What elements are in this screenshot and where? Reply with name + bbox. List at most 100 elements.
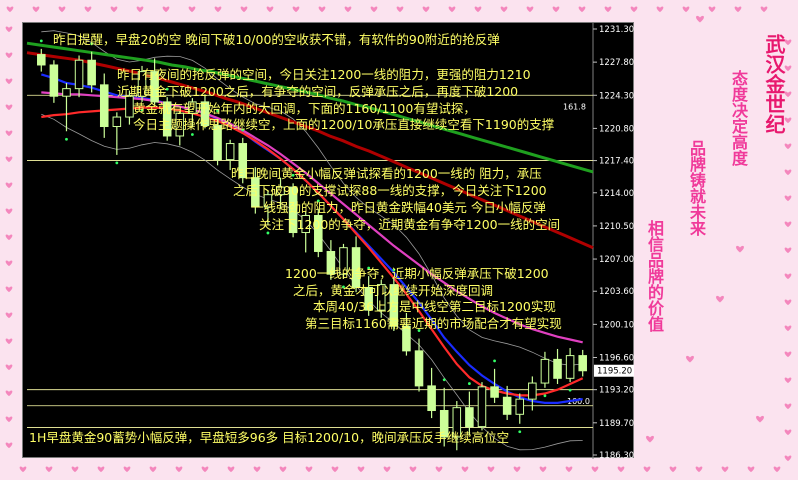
- slogan-brand-future: 品牌铸就未来: [687, 140, 706, 236]
- y-tick-label: 1203.60: [599, 287, 634, 297]
- candle-bull: [515, 398, 525, 415]
- y-tick-label: 1217.40: [599, 157, 634, 167]
- frame-heart-icon: [552, 6, 560, 13]
- frame-heart-icon: [292, 6, 300, 13]
- frame-heart-icon: [6, 6, 14, 13]
- frame-heart-icon: [357, 466, 365, 473]
- frame-heart-icon: [5, 52, 13, 59]
- frame-heart-icon: [279, 466, 287, 473]
- frame-heart-icon: [643, 466, 651, 473]
- frame-heart-icon: [253, 466, 261, 473]
- y-tick-label: 1186.30: [599, 451, 634, 459]
- frame-heart-icon: [422, 6, 430, 13]
- sar-dot: [467, 382, 471, 385]
- sar-dot: [190, 133, 194, 136]
- frame-heart-icon: [784, 247, 792, 254]
- frame-heart-icon: [240, 6, 248, 13]
- frame-heart-icon: [5, 442, 13, 449]
- frame-heart-icon: [5, 130, 13, 137]
- sar-dot: [65, 137, 68, 141]
- current-price-label: 1195.20: [597, 367, 632, 377]
- y-tick-label: 1220.80: [599, 124, 634, 134]
- candle-bear: [427, 385, 436, 412]
- frame-heart-icon: [58, 6, 66, 13]
- frame-heart-icon: [784, 169, 792, 176]
- frame-heart-icon: [565, 466, 573, 473]
- annotation-para1-line2: 近期黄金下破1200之后，有争夺的空间，反弹承压之后，再度下破1200: [117, 84, 519, 99]
- frame-heart-icon: [5, 234, 13, 241]
- frame-heart-icon: [591, 466, 599, 473]
- frame-heart-icon: [760, 6, 768, 13]
- frame-heart-icon: [784, 351, 792, 358]
- annotation-para1-line4: 今日主题操作思路继续空，上面的1200/10承压直接继续空看下1190的支撑: [133, 117, 555, 132]
- frame-heart-icon: [656, 6, 664, 13]
- frame-heart-icon: [669, 466, 677, 473]
- frame-heart-icon: [682, 6, 690, 13]
- frame-heart-icon: [5, 26, 13, 33]
- frame-heart-icon: [461, 466, 469, 473]
- y-tick-label: 1231.30: [599, 25, 634, 35]
- annotation-top-line: 昨日提醒，早盘20的空 晚间下破10/00的空收获不错，有软件的90附近的抢反弹: [53, 32, 500, 47]
- frame-heart-icon: [331, 466, 339, 473]
- y-tick-label: 1210.50: [599, 222, 634, 232]
- frame-heart-icon: [409, 466, 417, 473]
- frame-heart-icon: [383, 466, 391, 473]
- frame-heart-icon: [646, 435, 654, 443]
- frame-heart-icon: [784, 273, 792, 280]
- y-tick-label: 1227.80: [599, 58, 634, 68]
- frame-heart-icon: [604, 6, 612, 13]
- candle-bear: [490, 386, 499, 398]
- frame-heart-icon: [227, 466, 235, 473]
- candle-bear: [465, 407, 474, 428]
- frame-heart-icon: [784, 429, 792, 436]
- frame-heart-icon: [19, 466, 27, 473]
- sar-dot: [39, 39, 43, 43]
- annotation-para3-line3: 本周40/36上方是中线空第二目标1200实现: [313, 299, 556, 314]
- price-chart-panel: 1231.30 1227.80 1224.30 1220.80 1217.40 1214.…: [22, 22, 634, 459]
- frame-heart-icon: [784, 143, 792, 150]
- frame-heart-icon: [756, 415, 764, 423]
- frame-heart-icon: [539, 466, 547, 473]
- y-tick-label: 1214.00: [599, 189, 634, 199]
- annotation-para2-line4: 关注下1200的争夺，近期黄金有争夺1200一线的空间: [259, 217, 561, 232]
- frame-heart-icon: [526, 6, 534, 13]
- y-tick-label: 1189.70: [599, 419, 634, 429]
- frame-heart-icon: [784, 221, 792, 228]
- y-tick-label: 1207.00: [599, 255, 634, 265]
- frame-heart-icon: [136, 6, 144, 13]
- frame-heart-icon: [318, 6, 326, 13]
- slogan-attitude: 态度决定高度: [729, 70, 748, 166]
- frame-heart-icon: [5, 104, 13, 111]
- frame-heart-icon: [84, 6, 92, 13]
- candle-bear: [553, 358, 562, 379]
- frame-heart-icon: [695, 466, 703, 473]
- candle-bull: [540, 358, 550, 384]
- frame-heart-icon: [5, 78, 13, 85]
- frame-heart-icon: [5, 390, 13, 397]
- frame-heart-icon: [266, 6, 274, 13]
- frame-heart-icon: [5, 156, 13, 163]
- frame-heart-icon: [305, 466, 313, 473]
- frame-heart-icon: [201, 466, 209, 473]
- annotation-bottom-line: 1H早盘黄金90蓄势小幅反弹，早盘短多96多 目标1200/10，晚间承压反手继…: [29, 430, 510, 445]
- frame-heart-icon: [5, 286, 13, 293]
- frame-heart-icon: [149, 466, 157, 473]
- frame-heart-icon: [5, 312, 13, 319]
- slogan-brand-value: 相信品牌的价值: [645, 220, 664, 332]
- annotation-para3-line1: 1200一线的争夺，近期小幅反弹承压下破1200: [285, 266, 549, 281]
- frame-heart-icon: [5, 338, 13, 345]
- candle-bear: [87, 59, 96, 86]
- frame-heart-icon: [784, 299, 792, 306]
- sar-dot: [543, 394, 547, 398]
- frame-heart-icon: [5, 416, 13, 423]
- candle-bear: [414, 350, 424, 387]
- sar-dot: [493, 359, 496, 363]
- annotation-para3-line2: 之后，黄金才可以继续开始深度回调: [293, 283, 494, 298]
- frame-heart-icon: [784, 377, 792, 384]
- frame-heart-icon: [188, 6, 196, 13]
- frame-heart-icon: [734, 6, 742, 13]
- frame-heart-icon: [696, 15, 704, 23]
- annotation-para2-line3: 一线强劲的阻力，昨日黄金跌幅40美元 今日小幅反弹: [251, 200, 546, 215]
- candle-bull: [62, 88, 71, 97]
- annotation-para1-line1: 昨日有夜间的抢反弹的空间，今日关注1200一线的阻力，更强的阻力1210: [117, 67, 531, 82]
